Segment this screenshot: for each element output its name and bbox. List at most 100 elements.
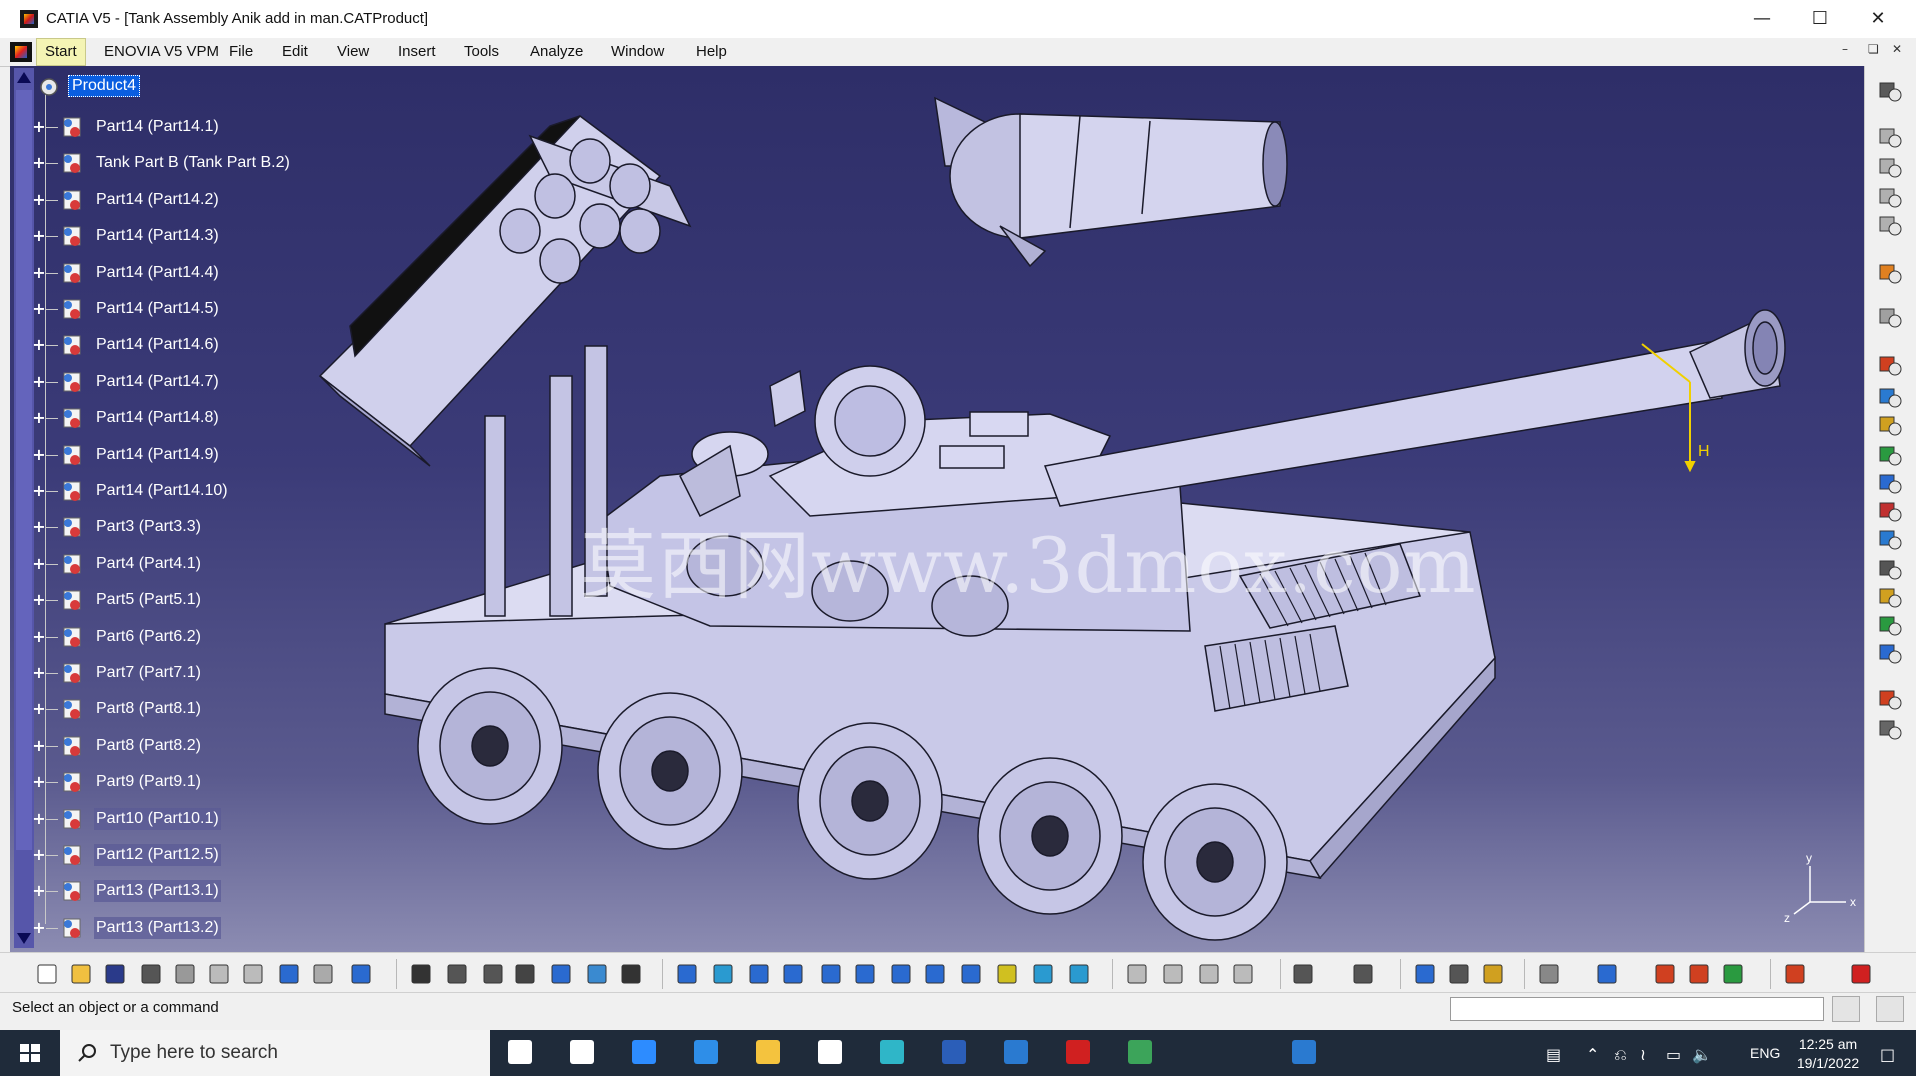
expand-plus-icon[interactable]: +	[32, 919, 46, 935]
snap-icon[interactable]	[1877, 470, 1903, 496]
clash-icon[interactable]	[1877, 498, 1903, 524]
update-icon[interactable]	[1124, 961, 1150, 987]
scene-icon[interactable]	[1877, 716, 1903, 742]
dropbox-icon[interactable]	[624, 1036, 664, 1070]
catia-logo-icon[interactable]	[1848, 961, 1874, 987]
tree-item-label[interactable]: Tank Part B (Tank Part B.2)	[94, 152, 292, 174]
expand-plus-icon[interactable]: +	[32, 155, 46, 171]
measure-icon[interactable]	[584, 961, 610, 987]
tree-item-label[interactable]: Part6 (Part6.2)	[94, 626, 203, 648]
meet-now-icon[interactable]: ⎌	[1614, 1045, 1627, 1065]
undo-icon[interactable]	[276, 961, 302, 987]
tree-item-label[interactable]: Part9 (Part9.1)	[94, 771, 203, 793]
photos-icon[interactable]	[996, 1036, 1036, 1070]
normal-view-icon[interactable]	[888, 961, 914, 987]
cortana-icon[interactable]	[500, 1036, 540, 1070]
replace-icon[interactable]	[1196, 961, 1222, 987]
expand-plus-icon[interactable]: +	[32, 592, 46, 608]
move-icon[interactable]	[1877, 304, 1903, 330]
tree-scrollbar[interactable]	[14, 68, 34, 948]
tree-item-label[interactable]: Part8 (Part8.1)	[94, 698, 203, 720]
constraint-icon-a[interactable]	[1877, 352, 1903, 378]
catia-taskbar-icon[interactable]	[1058, 1036, 1098, 1070]
reorder-icon[interactable]	[1230, 961, 1256, 987]
windows-start-icon[interactable]	[0, 1030, 60, 1076]
maximize-button[interactable]: ☐	[1791, 0, 1849, 38]
distance-icon[interactable]	[1412, 961, 1438, 987]
tree-item-label[interactable]: Part8 (Part8.2)	[94, 735, 203, 757]
publish-icon[interactable]	[1877, 640, 1903, 666]
file-explorer-icon[interactable]	[748, 1036, 788, 1070]
sketch-icon[interactable]	[1594, 961, 1620, 987]
settings-icon[interactable]	[1877, 686, 1903, 712]
fast-multi-instantiate-icon[interactable]	[1350, 961, 1376, 987]
pan-icon[interactable]	[746, 961, 772, 987]
3d-viewport[interactable]: H y x z 莫西网www.3dmox.com	[10, 66, 1864, 952]
clock[interactable]: 12:25 am 19/1/2022	[1788, 1035, 1868, 1073]
chrome-icon[interactable]	[1120, 1036, 1160, 1070]
product-icon-c[interactable]	[1877, 184, 1903, 210]
expand-plus-icon[interactable]: +	[32, 337, 46, 353]
multi-view-icon[interactable]	[922, 961, 948, 987]
paste-icon[interactable]	[240, 961, 266, 987]
tray-chevron-up-icon[interactable]: ⌃	[1586, 1045, 1599, 1064]
annotation-icon[interactable]	[1877, 556, 1903, 582]
mdi-minimize-button[interactable]: –	[1842, 42, 1848, 56]
menu-analyze[interactable]: Analyze	[530, 38, 583, 66]
table-icon[interactable]	[512, 961, 538, 987]
expand-plus-icon[interactable]: +	[32, 301, 46, 317]
expand-plus-icon[interactable]: +	[32, 264, 46, 280]
tree-item-label[interactable]: Part14 (Part14.5)	[94, 298, 221, 320]
product-icon-d[interactable]	[1877, 212, 1903, 238]
tree-item-label[interactable]: Part14 (Part14.4)	[94, 262, 221, 284]
expand-plus-icon[interactable]: +	[32, 555, 46, 571]
hide-show-icon[interactable]	[994, 961, 1020, 987]
command-clear-button[interactable]	[1832, 996, 1860, 1022]
constraint-icon-b[interactable]	[1877, 384, 1903, 410]
constraint-icon-c[interactable]	[1877, 412, 1903, 438]
tree-item-label[interactable]: Part13 (Part13.2)	[94, 916, 221, 939]
whats-this-icon[interactable]	[348, 961, 374, 987]
menu-tools[interactable]: Tools	[464, 38, 499, 66]
tree-item-label[interactable]: Part14 (Part14.7)	[94, 371, 221, 393]
scroll-up-arrow-icon[interactable]	[17, 72, 31, 83]
close-button[interactable]: ✕	[1849, 0, 1907, 38]
zoom-in-icon[interactable]	[818, 961, 844, 987]
sketchup-icon[interactable]	[810, 1036, 850, 1070]
mdi-restore-button[interactable]: ❏	[1868, 42, 1879, 56]
minimize-button[interactable]: —	[1733, 0, 1791, 38]
tree-item-label[interactable]: Part14 (Part14.6)	[94, 334, 221, 356]
expand-plus-icon[interactable]: +	[32, 410, 46, 426]
refresh-icon[interactable]	[1536, 961, 1562, 987]
copy-icon[interactable]	[206, 961, 232, 987]
assembly-features-icon[interactable]	[1720, 961, 1746, 987]
expand-plus-icon[interactable]: +	[32, 446, 46, 462]
formula-icon[interactable]	[408, 961, 434, 987]
tree-item-label[interactable]: Part14 (Part14.2)	[94, 189, 221, 211]
print-icon[interactable]	[138, 961, 164, 987]
help-icon[interactable]	[1284, 1036, 1324, 1070]
open-icon[interactable]	[68, 961, 94, 987]
catalog-icon[interactable]	[1877, 584, 1903, 610]
swap-space-icon[interactable]	[1030, 961, 1056, 987]
scroll-thumb[interactable]	[16, 90, 32, 850]
product-icon-b[interactable]	[1877, 154, 1903, 180]
notification-icon[interactable]: □	[1880, 1045, 1895, 1064]
catalog-icon[interactable]	[548, 961, 574, 987]
tree-root-label[interactable]: Product4	[68, 75, 141, 97]
tree-item-label[interactable]: Part14 (Part14.10)	[94, 480, 230, 502]
expand-plus-icon[interactable]: +	[32, 191, 46, 207]
input-language[interactable]: ENG	[1750, 1045, 1780, 1061]
mdi-close-button[interactable]: ✕	[1892, 42, 1902, 56]
properties-icon[interactable]	[618, 961, 644, 987]
comment-icon[interactable]	[444, 961, 470, 987]
menu-window[interactable]: Window	[611, 38, 664, 66]
fly-mode-icon[interactable]	[674, 961, 700, 987]
product-icon-a[interactable]	[1877, 124, 1903, 150]
volume-icon[interactable]: 🔈	[1692, 1045, 1712, 1064]
expand-plus-icon[interactable]: +	[32, 628, 46, 644]
menu-file[interactable]: File	[229, 38, 253, 66]
battery-icon[interactable]: ▭	[1666, 1045, 1681, 1064]
tree-item-label[interactable]: Part13 (Part13.1)	[94, 880, 221, 903]
menu-view[interactable]: View	[337, 38, 369, 66]
